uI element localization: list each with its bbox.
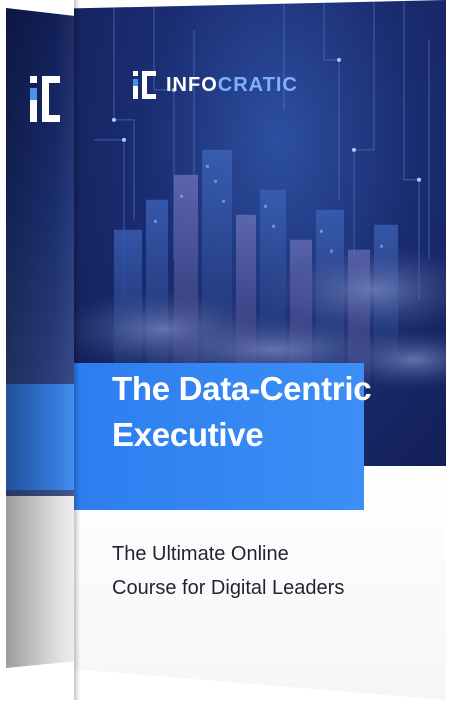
subtitle-line-2: Course for Digital Leaders: [112, 577, 345, 599]
product-title: The Data-Centric Executive: [112, 366, 446, 458]
subtitle-line-1: The Ultimate Online: [112, 543, 289, 565]
brand-logo: INFOCRATIC: [132, 70, 298, 100]
infocratic-spine-logo-icon: [30, 76, 60, 122]
title-line-2: Executive: [112, 416, 264, 453]
brand-name-part1: INFO: [166, 73, 218, 96]
brand-name: INFOCRATIC: [166, 74, 298, 97]
infocratic-logo-icon: [133, 71, 156, 99]
box-spine: [6, 8, 74, 668]
title-line-1: The Data-Centric: [112, 370, 372, 407]
box-edge-shadow: [74, 0, 80, 700]
product-box-image: INFOCRATIC The Data-Centric Executive The…: [0, 0, 449, 702]
product-subtitle: The Ultimate Online Course for Digital Le…: [112, 537, 412, 605]
brand-name-part2: CRATIC: [217, 73, 298, 96]
box-front: INFOCRATIC The Data-Centric Executive The…: [74, 0, 446, 700]
